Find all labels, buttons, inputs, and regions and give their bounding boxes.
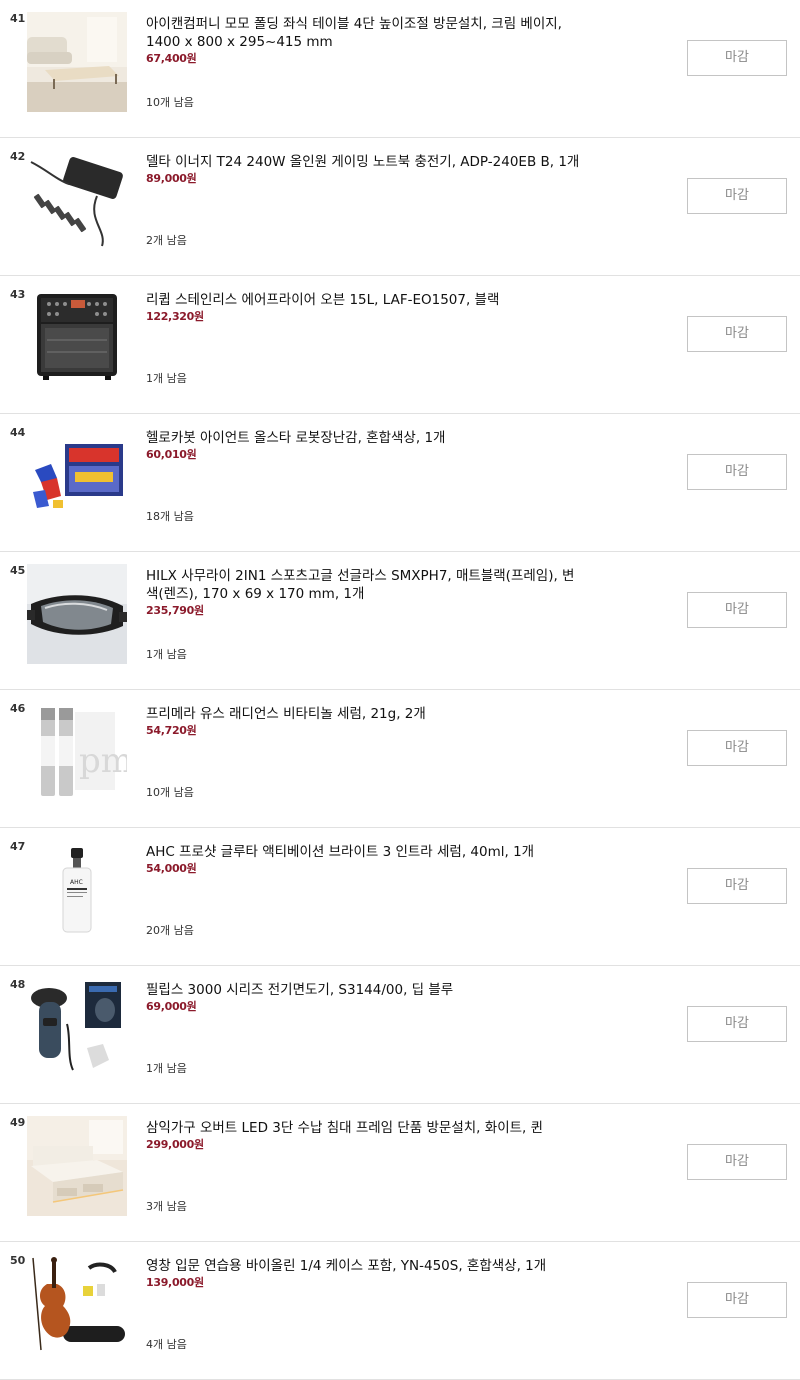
rank-number: 47 <box>10 840 26 853</box>
remaining-stock: 10개 남음 <box>146 96 194 109</box>
closed-button[interactable]: 마감 <box>687 454 787 490</box>
closed-button[interactable]: 마감 <box>687 1006 787 1042</box>
closed-button[interactable]: 마감 <box>687 178 787 214</box>
product-row: 48 필립스 3000 시리즈 전기면도기, S3144/00, 딥 블루 69… <box>0 966 800 1104</box>
remaining-stock: 4개 남음 <box>146 1338 187 1351</box>
product-list: 41 아이캔컴퍼니 모모 폴딩 좌식 테이블 4단 높이조절 방문설치, 크림 … <box>0 0 800 1380</box>
remaining-stock: 20개 남음 <box>146 924 194 937</box>
product-thumbnail[interactable] <box>27 564 127 664</box>
serum-bottles-image: pm <box>27 702 127 802</box>
product-title-text[interactable]: 프리메라 유스 래디언스 비타티놀 세럼, 21g, 2개 <box>146 706 426 722</box>
product-price: 54,000원 <box>146 862 197 875</box>
product-title[interactable]: 프리메라 유스 래디언스 비타티놀 세럼, 21g, 2개 54,720원 <box>146 705 586 738</box>
closed-button[interactable]: 마감 <box>687 40 787 76</box>
product-price: 60,010원 <box>146 448 197 461</box>
closed-button[interactable]: 마감 <box>687 868 787 904</box>
violin-set-image <box>27 1254 127 1354</box>
svg-text:AHC: AHC <box>70 879 83 886</box>
folding-table-image <box>27 12 127 112</box>
product-row: 45 HILX 사무라이 2IN1 스포츠고글 선글라스 SMXPH7, 매트블… <box>0 552 800 690</box>
robot-toy-image <box>27 426 127 526</box>
product-thumbnail[interactable] <box>27 426 127 526</box>
closed-button[interactable]: 마감 <box>687 730 787 766</box>
product-row: 47 AHC AHC 프로샷 글루타 액티베이션 브라이트 3 인트라 세럼, … <box>0 828 800 966</box>
rank-number: 43 <box>10 288 26 301</box>
product-title[interactable]: 삼익가구 오버트 LED 3단 수납 침대 프레임 단품 방문설치, 화이트, … <box>146 1119 586 1152</box>
product-price: 299,000원 <box>146 1138 204 1151</box>
product-title-text[interactable]: 필립스 3000 시리즈 전기면도기, S3144/00, 딥 블루 <box>146 982 453 998</box>
rank-number: 50 <box>10 1254 26 1267</box>
product-row: 50 영창 입문 연습용 바이올린 1/4 케이스 포함, YN-450S, 혼… <box>0 1242 800 1380</box>
remaining-stock: 18개 남음 <box>146 510 194 523</box>
remaining-stock: 1개 남음 <box>146 648 187 661</box>
product-title[interactable]: 델타 이너지 T24 240W 올인원 게이밍 노트북 충전기, ADP-240… <box>146 153 586 186</box>
product-thumbnail[interactable] <box>27 12 127 112</box>
remaining-stock: 10개 남음 <box>146 786 194 799</box>
product-price: 122,320원 <box>146 310 204 323</box>
product-thumbnail[interactable] <box>27 150 127 250</box>
closed-button[interactable]: 마감 <box>687 592 787 628</box>
product-thumbnail[interactable] <box>27 978 127 1078</box>
product-price: 235,790원 <box>146 604 204 617</box>
rank-number: 45 <box>10 564 26 577</box>
bed-frame-image <box>27 1116 127 1216</box>
product-title[interactable]: AHC 프로샷 글루타 액티베이션 브라이트 3 인트라 세럼, 40ml, 1… <box>146 843 586 876</box>
electric-shaver-image <box>27 978 127 1078</box>
product-title-text[interactable]: 헬로카봇 아이언트 올스타 로봇장난감, 혼합색상, 1개 <box>146 430 445 446</box>
rank-number: 46 <box>10 702 26 715</box>
product-title[interactable]: 리큅 스테인리스 에어프라이어 오븐 15L, LAF-EO1507, 블랙 1… <box>146 291 586 324</box>
remaining-stock: 1개 남음 <box>146 372 187 385</box>
rank-number: 49 <box>10 1116 26 1129</box>
product-title-text[interactable]: 삼익가구 오버트 LED 3단 수납 침대 프레임 단품 방문설치, 화이트, … <box>146 1120 543 1136</box>
rank-number: 41 <box>10 12 26 25</box>
product-row: 42 델타 이너지 T24 240W 올인원 게이밍 노트북 충전기, ADP-… <box>0 138 800 276</box>
product-row: 49 삼익가구 오버트 LED 3단 수납 침대 프레임 단품 방문설치, 화이… <box>0 1104 800 1242</box>
remaining-stock: 3개 남음 <box>146 1200 187 1213</box>
air-fryer-oven-image <box>27 288 127 388</box>
svg-text:pm: pm <box>79 741 127 781</box>
product-thumbnail[interactable]: AHC <box>27 840 127 940</box>
product-title-text[interactable]: HILX 사무라이 2IN1 스포츠고글 선글라스 SMXPH7, 매트블랙(프… <box>146 568 574 602</box>
remaining-stock: 1개 남음 <box>146 1062 187 1075</box>
product-thumbnail[interactable] <box>27 1254 127 1354</box>
product-row: 41 아이캔컴퍼니 모모 폴딩 좌식 테이블 4단 높이조절 방문설치, 크림 … <box>0 0 800 138</box>
remaining-stock: 2개 남음 <box>146 234 187 247</box>
closed-button[interactable]: 마감 <box>687 1282 787 1318</box>
product-price: 89,000원 <box>146 172 197 185</box>
product-thumbnail[interactable]: pm <box>27 702 127 802</box>
product-title-text[interactable]: 델타 이너지 T24 240W 올인원 게이밍 노트북 충전기, ADP-240… <box>146 154 579 170</box>
ahc-serum-image: AHC <box>27 840 127 940</box>
rank-number: 42 <box>10 150 26 163</box>
product-price: 54,720원 <box>146 724 197 737</box>
product-title[interactable]: 헬로카봇 아이언트 올스타 로봇장난감, 혼합색상, 1개 60,010원 <box>146 429 586 462</box>
rank-number: 44 <box>10 426 26 439</box>
product-price: 139,000원 <box>146 1276 204 1289</box>
product-title-text[interactable]: 아이캔컴퍼니 모모 폴딩 좌식 테이블 4단 높이조절 방문설치, 크림 베이지… <box>146 16 562 50</box>
closed-button[interactable]: 마감 <box>687 1144 787 1180</box>
laptop-charger-image <box>27 150 127 250</box>
product-title-text[interactable]: 영창 입문 연습용 바이올린 1/4 케이스 포함, YN-450S, 혼합색상… <box>146 1258 546 1274</box>
product-thumbnail[interactable] <box>27 1116 127 1216</box>
product-price: 69,000원 <box>146 1000 197 1013</box>
product-title-text[interactable]: 리큅 스테인리스 에어프라이어 오븐 15L, LAF-EO1507, 블랙 <box>146 292 499 308</box>
product-title[interactable]: 필립스 3000 시리즈 전기면도기, S3144/00, 딥 블루 69,00… <box>146 981 586 1014</box>
product-title[interactable]: 영창 입문 연습용 바이올린 1/4 케이스 포함, YN-450S, 혼합색상… <box>146 1257 586 1290</box>
product-thumbnail[interactable] <box>27 288 127 388</box>
rank-number: 48 <box>10 978 26 991</box>
product-row: 46 pm 프리메라 유스 래디언스 비타티놀 세럼, 21g, 2개 54,7… <box>0 690 800 828</box>
product-title[interactable]: HILX 사무라이 2IN1 스포츠고글 선글라스 SMXPH7, 매트블랙(프… <box>146 567 586 618</box>
product-title-text[interactable]: AHC 프로샷 글루타 액티베이션 브라이트 3 인트라 세럼, 40ml, 1… <box>146 844 534 860</box>
product-row: 44 헬로카봇 아이언트 올스타 로봇장난감, 혼합색상, 1개 60,010원… <box>0 414 800 552</box>
sports-goggles-image <box>27 564 127 664</box>
product-title[interactable]: 아이캔컴퍼니 모모 폴딩 좌식 테이블 4단 높이조절 방문설치, 크림 베이지… <box>146 15 586 66</box>
product-row: 43 리큅 스테인리스 에어프라이어 오븐 15L, LAF-EO1507, 블… <box>0 276 800 414</box>
closed-button[interactable]: 마감 <box>687 316 787 352</box>
product-price: 67,400원 <box>146 52 197 65</box>
